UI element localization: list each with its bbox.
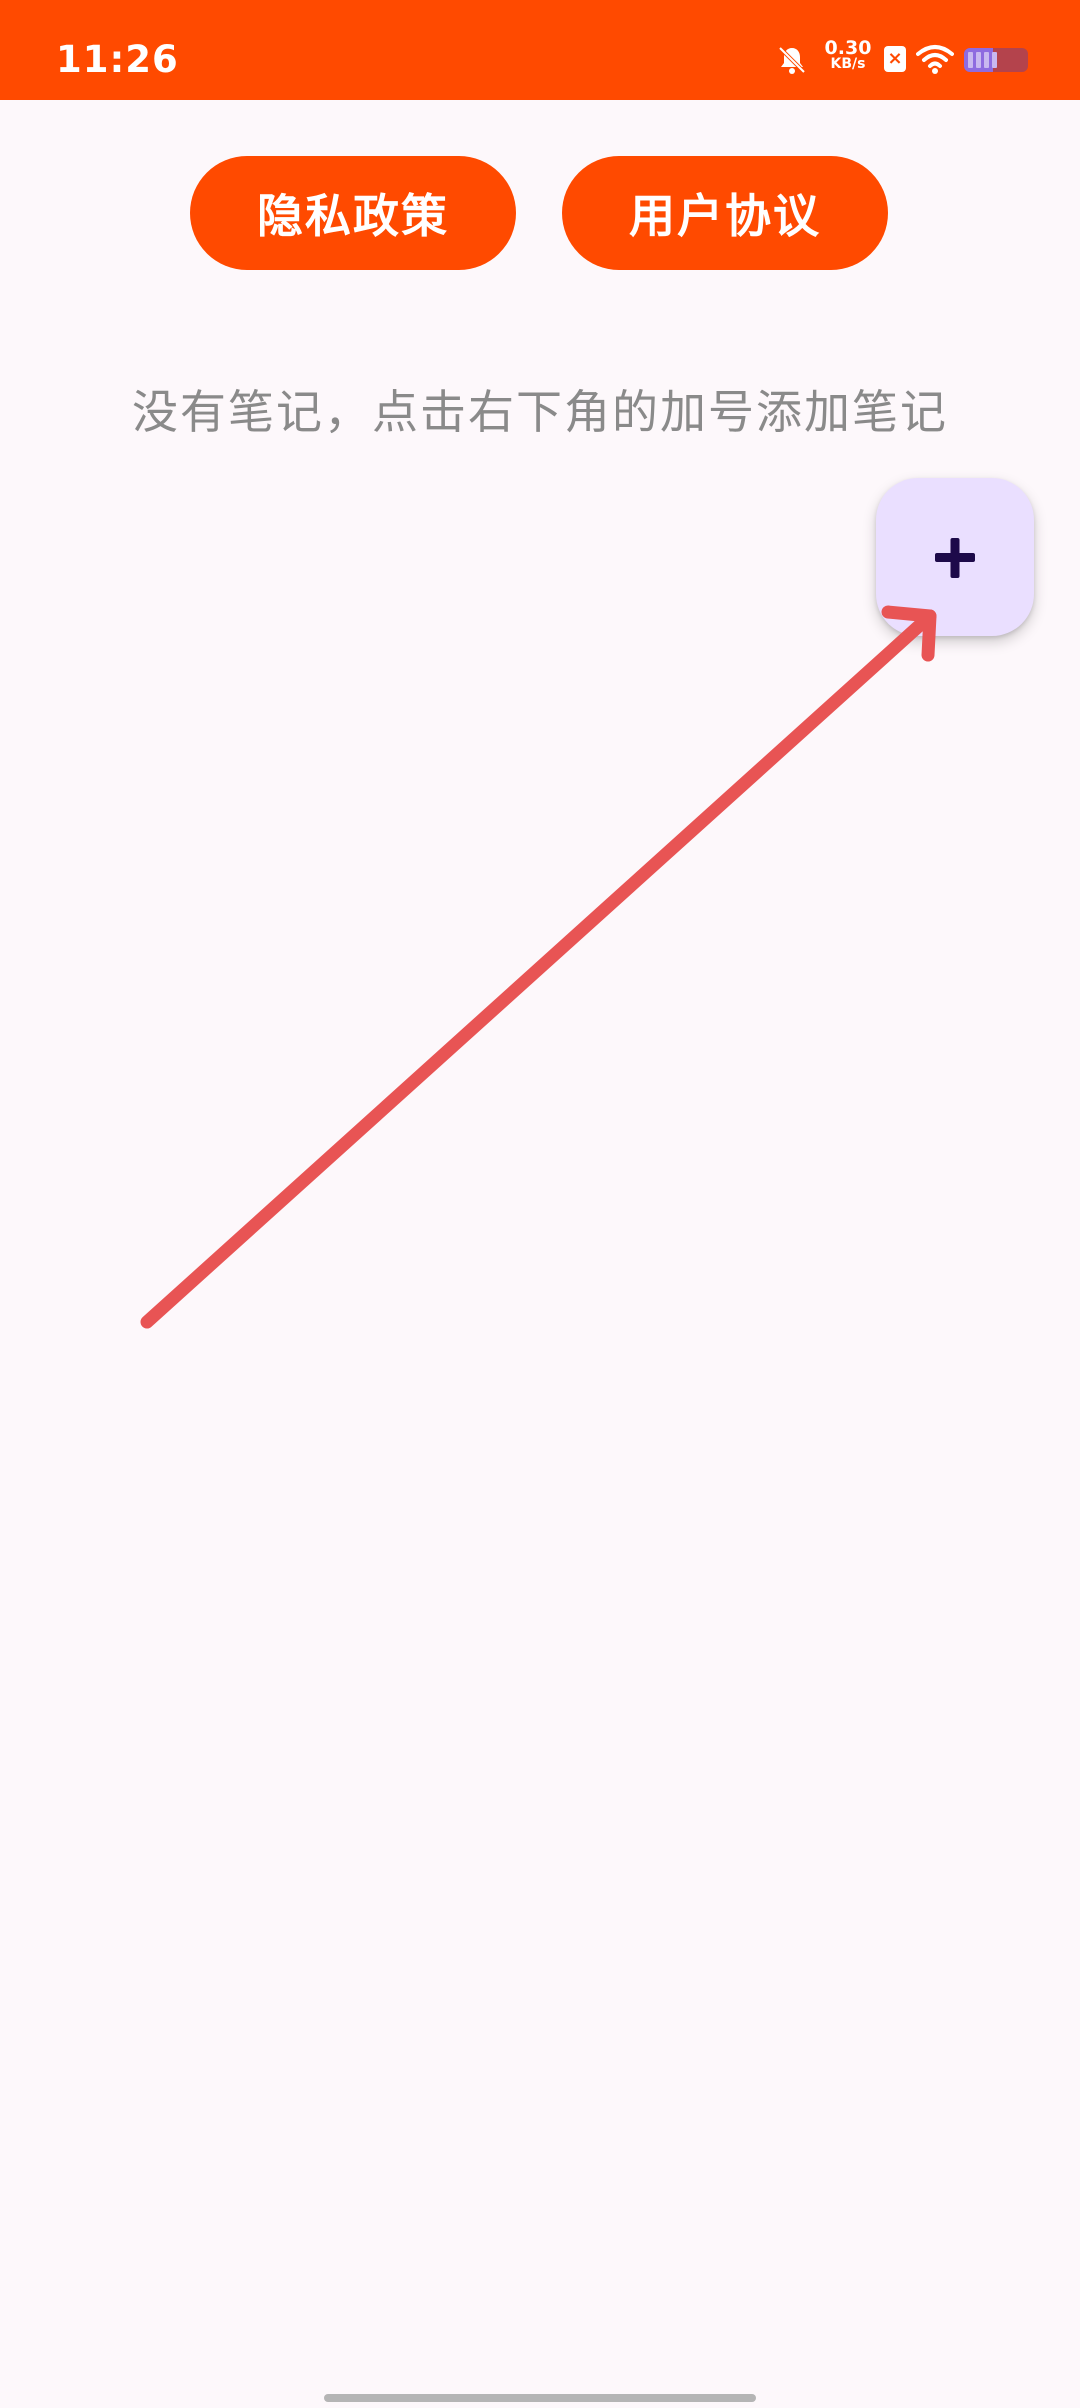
sim-x-icon: × xyxy=(884,46,906,72)
wifi-icon xyxy=(916,45,954,74)
status-bar: 11:26 0.30 KB/s × xyxy=(0,0,1080,100)
bell-off-icon xyxy=(778,46,806,74)
status-time: 11:26 xyxy=(56,38,179,81)
network-speed: 0.30 KB/s xyxy=(820,37,876,73)
user-agreement-button[interactable]: 用户协议 xyxy=(562,156,888,270)
privacy-policy-button[interactable]: 隐私政策 xyxy=(190,156,516,270)
add-note-button[interactable] xyxy=(876,478,1034,636)
network-speed-value: 0.30 xyxy=(824,37,872,59)
plus-icon xyxy=(935,538,975,578)
status-icons: 0.30 KB/s × xyxy=(776,37,1028,80)
home-indicator[interactable] xyxy=(324,2394,756,2402)
battery-icon xyxy=(964,48,1028,72)
empty-state-message: 没有笔记，点击右下角的加号添加笔记 xyxy=(132,385,948,439)
red-arrow-icon xyxy=(140,605,937,1329)
